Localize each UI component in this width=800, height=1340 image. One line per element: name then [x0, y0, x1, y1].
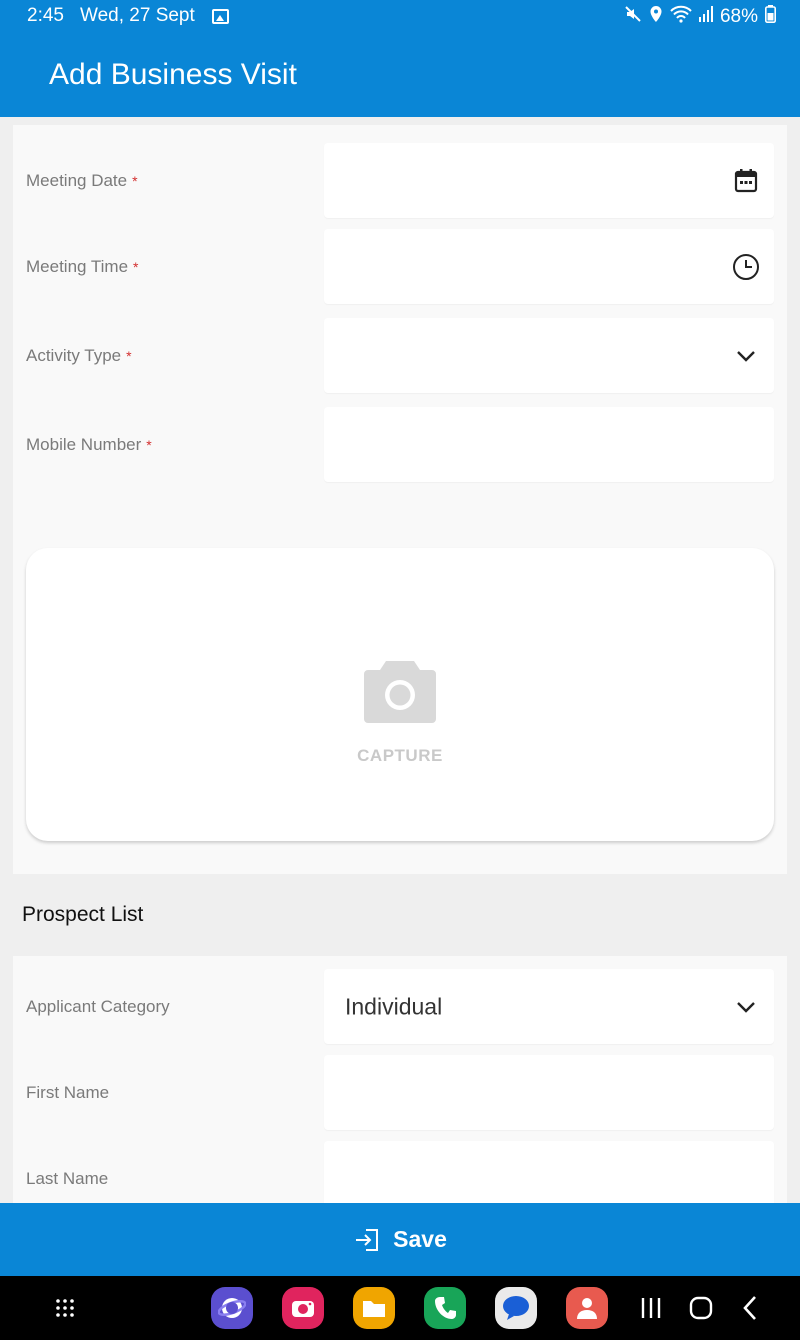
status-date: Wed, 27 Sept — [80, 5, 195, 26]
recent-apps-icon[interactable] — [638, 1294, 664, 1322]
wifi-icon — [670, 5, 692, 29]
gallery-notification-icon — [212, 9, 229, 24]
messages-app-icon[interactable] — [495, 1287, 537, 1329]
required-marker: * — [132, 172, 138, 189]
required-marker: * — [133, 258, 139, 275]
required-marker: * — [146, 436, 152, 453]
required-marker: * — [126, 347, 132, 364]
activity-type-label: Activity Type * — [26, 345, 132, 365]
chevron-down-icon[interactable] — [732, 342, 760, 370]
save-button[interactable]: Save — [0, 1203, 800, 1276]
clock-icon[interactable] — [732, 253, 760, 281]
last-name-row: Last Name — [13, 1141, 787, 1206]
back-icon[interactable] — [738, 1294, 764, 1322]
applicant-category-select[interactable]: Individual — [324, 969, 774, 1044]
capture-label: CAPTURE — [357, 746, 443, 765]
battery-icon — [765, 5, 776, 29]
save-bar: Save — [0, 1203, 800, 1276]
capture-photo-area[interactable]: CAPTURE — [26, 548, 774, 841]
mute-icon — [624, 5, 642, 29]
prospect-list-title: Prospect List — [22, 903, 144, 926]
signal-icon — [698, 6, 713, 28]
meeting-date-row: Meeting Date * — [13, 143, 787, 218]
location-icon — [649, 5, 663, 29]
camera-app-icon[interactable] — [282, 1287, 324, 1329]
first-name-input[interactable] — [324, 1055, 774, 1130]
applicant-category-row: Applicant Category Individual — [13, 969, 787, 1044]
meeting-time-field[interactable] — [324, 229, 774, 304]
activity-type-row: Activity Type * — [13, 318, 787, 393]
last-name-label: Last Name — [26, 1168, 109, 1188]
mobile-number-label: Mobile Number * — [26, 434, 152, 454]
visit-form-card: Meeting Date * Meeting Time * Activity Typ… — [13, 125, 787, 874]
meeting-date-field[interactable] — [324, 143, 774, 218]
battery-text: 68% — [719, 6, 758, 27]
chevron-down-icon[interactable] — [732, 993, 760, 1021]
page-title: Add Business Visit — [49, 58, 297, 91]
login-arrow-icon — [356, 1228, 379, 1251]
mobile-number-row: Mobile Number * — [13, 407, 787, 482]
files-app-icon[interactable] — [353, 1287, 395, 1329]
app-bar: Add Business Visit — [0, 34, 800, 117]
status-time: 2:45 — [27, 5, 64, 26]
meeting-time-label: Meeting Time * — [26, 256, 139, 276]
last-name-input[interactable] — [324, 1141, 774, 1206]
internet-app-icon[interactable] — [211, 1287, 253, 1329]
first-name-row: First Name — [13, 1055, 787, 1130]
status-bar: 2:45 Wed, 27 Sept 68% — [0, 0, 800, 34]
system-nav-bar — [0, 1276, 800, 1340]
mobile-number-input[interactable] — [324, 407, 774, 482]
save-label: Save — [393, 1226, 447, 1252]
first-name-label: First Name — [26, 1082, 110, 1102]
camera-icon — [364, 661, 436, 723]
prospect-card: Applicant Category Individual First Name… — [13, 956, 787, 1206]
contacts-app-icon[interactable] — [566, 1287, 608, 1329]
home-icon[interactable] — [688, 1294, 714, 1322]
meeting-time-row: Meeting Time * — [13, 229, 787, 304]
app-drawer-icon[interactable] — [54, 1297, 76, 1319]
activity-type-select[interactable] — [324, 318, 774, 393]
applicant-category-value: Individual — [345, 993, 443, 1019]
calendar-icon[interactable] — [732, 167, 760, 195]
applicant-category-label: Applicant Category — [26, 996, 170, 1016]
meeting-date-label: Meeting Date * — [26, 170, 138, 190]
phone-app-icon[interactable] — [424, 1287, 466, 1329]
